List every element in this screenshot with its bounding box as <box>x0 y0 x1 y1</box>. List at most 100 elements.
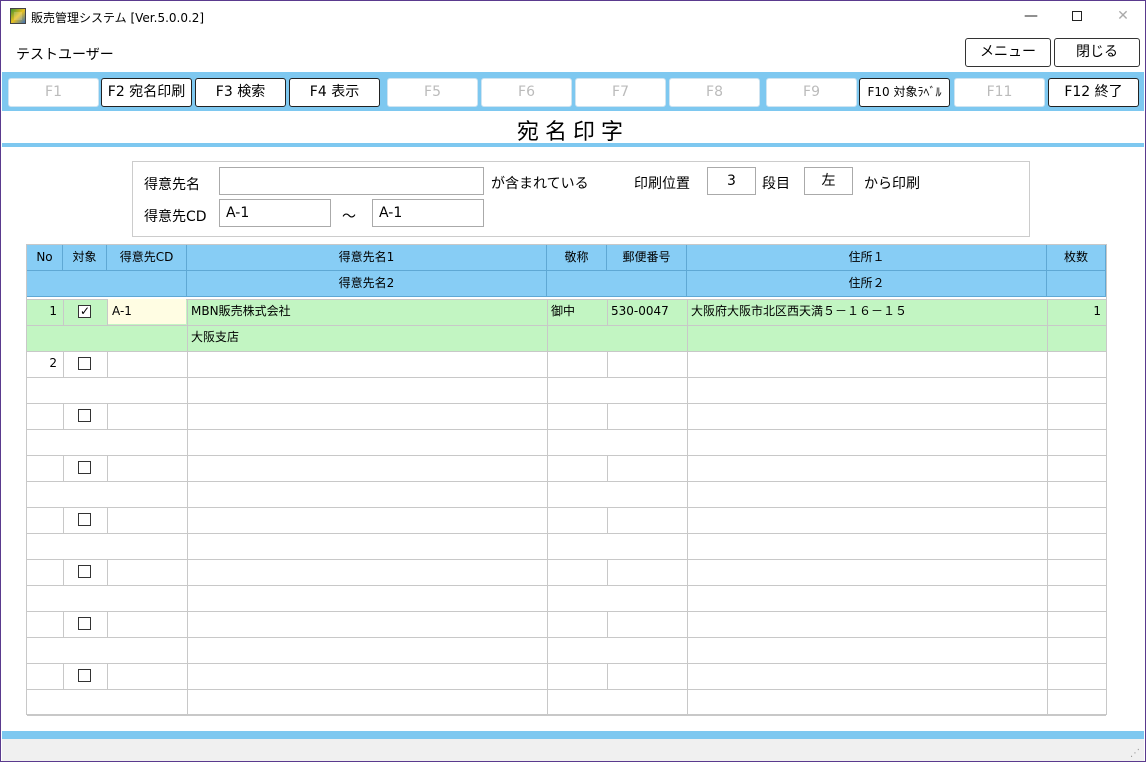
grid-hline <box>27 533 1106 534</box>
status-bar: ⋰ <box>2 739 1144 761</box>
range-tilde: ～ <box>342 209 356 225</box>
row-no: 1 <box>49 304 57 318</box>
grid-vline <box>547 455 548 481</box>
header2-blank-4 <box>1047 271 1106 297</box>
fkey-7-button[interactable]: F7 <box>575 78 666 107</box>
grid-vline <box>687 455 688 481</box>
print-position-input[interactable]: 3 <box>707 167 756 195</box>
grid-hline <box>27 507 1106 508</box>
maximize-button[interactable] <box>1057 5 1097 27</box>
grid-vline <box>107 403 108 429</box>
grid-vline <box>187 455 188 481</box>
target-checkbox[interactable] <box>78 409 91 422</box>
close-button[interactable]: 閉じる <box>1054 38 1140 67</box>
grid-vline <box>63 299 64 325</box>
grid-vline <box>1047 507 1048 533</box>
grid-vline <box>1047 559 1048 585</box>
print-side-input[interactable]: 左 <box>804 167 853 195</box>
target-checkbox[interactable] <box>78 617 91 630</box>
title-bar[interactable]: 販売管理システム [Ver.5.0.0.2] — ✕ <box>1 1 1145 32</box>
header-name1: 得意先名1 <box>187 245 547 271</box>
grid-vline <box>687 351 688 377</box>
grid-vline <box>687 325 688 351</box>
grid-vline <box>1047 403 1048 429</box>
fkey-8-button[interactable]: F8 <box>669 78 760 107</box>
header-address1: 住所１ <box>687 245 1047 271</box>
grid-vline <box>547 481 548 507</box>
grid-vline <box>107 351 108 377</box>
grid-vline <box>547 429 548 455</box>
grid-hline <box>27 403 1106 404</box>
target-checkbox[interactable] <box>78 669 91 682</box>
user-name: テストユーザー <box>16 47 114 63</box>
grid-vline <box>687 507 688 533</box>
grid-vline <box>187 533 188 559</box>
grid-vline <box>687 585 688 611</box>
grid-hline <box>27 559 1106 560</box>
search-panel: 得意先名 が含まれている 印刷位置 3 段目 左 から印刷 得意先CD A-1 … <box>132 161 1030 237</box>
grid-vline <box>607 559 608 585</box>
grid-vline <box>187 507 188 533</box>
fkey-5-button[interactable]: F5 <box>387 78 478 107</box>
customer-name-input[interactable] <box>219 167 484 195</box>
target-checkbox[interactable] <box>78 357 91 370</box>
fkey-6-button[interactable]: F6 <box>481 78 572 107</box>
minimize-button[interactable]: — <box>1011 5 1051 27</box>
grid-vline <box>63 611 64 637</box>
grid-vline <box>63 403 64 429</box>
grid-vline <box>63 559 64 585</box>
grid-hline <box>27 481 1106 482</box>
fkey-10-button[interactable]: F10 対象ﾗﾍﾞﾙ <box>859 78 950 107</box>
menu-button[interactable]: メニュー <box>965 38 1051 67</box>
grid-vline <box>1047 325 1048 351</box>
row-cd[interactable]: A-1 <box>112 299 184 324</box>
row-honorific: 御中 <box>551 304 576 318</box>
grid-vline <box>1047 455 1048 481</box>
grid-vline <box>187 299 188 325</box>
maximize-icon <box>1072 11 1082 21</box>
target-checkbox[interactable] <box>78 303 91 319</box>
title-underline <box>2 143 1144 147</box>
target-checkbox[interactable] <box>78 461 91 474</box>
customer-cd-label: 得意先CD <box>144 209 207 225</box>
fkey-4-button[interactable]: F4 表示 <box>289 78 380 107</box>
row-name2: 大阪支店 <box>191 330 240 344</box>
grid-hline <box>27 429 1106 430</box>
header-honorific: 敬称 <box>547 245 607 271</box>
customer-cd-to-input[interactable]: A-1 <box>372 199 484 227</box>
grid-vline <box>547 611 548 637</box>
grid-hline <box>27 715 1106 716</box>
header2-blank-0 <box>27 271 187 297</box>
grid-vline <box>1047 689 1048 715</box>
target-checkbox[interactable] <box>78 513 91 526</box>
grid-vline <box>687 299 688 325</box>
resize-grip-icon[interactable]: ⋰ <box>1130 748 1140 759</box>
fkey-11-button[interactable]: F11 <box>954 78 1045 107</box>
fkey-9-button[interactable]: F9 <box>766 78 857 107</box>
grid-vline <box>63 507 64 533</box>
grid-vline <box>687 481 688 507</box>
fkey-1-button[interactable]: F1 <box>8 78 99 107</box>
grid-vline <box>187 663 188 689</box>
fkey-3-button[interactable]: F3 検索 <box>195 78 286 107</box>
customer-cd-from-input[interactable]: A-1 <box>219 199 331 227</box>
header-cd: 得意先CD <box>107 245 187 271</box>
fkey-12-button[interactable]: F12 終了 <box>1048 78 1139 107</box>
row-count[interactable]: 1 <box>1051 299 1101 324</box>
grid-vline <box>607 455 608 481</box>
grid-hline <box>27 663 1106 664</box>
grid-vline <box>547 325 548 351</box>
close-window-button[interactable]: ✕ <box>1103 5 1143 27</box>
bottom-accent-bar <box>2 731 1144 739</box>
grid-vline <box>687 429 688 455</box>
target-checkbox[interactable] <box>78 565 91 578</box>
grid-vline <box>547 377 548 403</box>
grid-vline <box>547 689 548 715</box>
grid-vline <box>547 299 548 325</box>
grid-hline <box>27 325 1106 326</box>
grid-vline <box>547 403 548 429</box>
grid-vline <box>1047 533 1048 559</box>
fkey-2-button[interactable]: F2 宛名印刷 <box>101 78 192 107</box>
grid-vline <box>607 299 608 325</box>
grid-vline <box>63 455 64 481</box>
